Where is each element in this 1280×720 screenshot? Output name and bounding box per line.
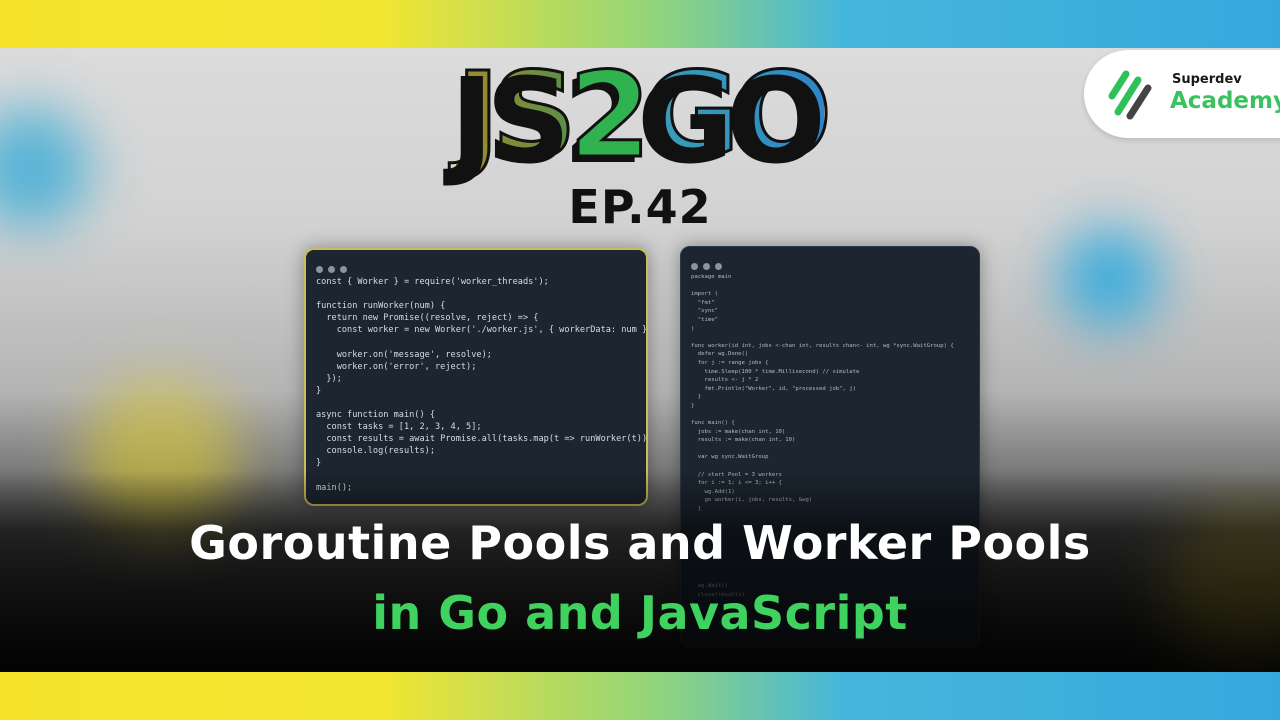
javascript-code-panel: const { Worker } = require('worker_threa…: [304, 248, 648, 506]
js2go-logo: JS2GO: [400, 49, 880, 182]
top-gradient-stripe: [0, 0, 1280, 48]
brand-name-small: Superdev: [1172, 72, 1242, 87]
window-dots: [691, 255, 727, 274]
title-line-2: in Go and JavaScript: [372, 586, 908, 640]
logo-two: 2: [567, 46, 652, 184]
bottom-dark-gradient: [0, 470, 1280, 672]
title-line-1: Goroutine Pools and Worker Pools: [189, 516, 1091, 570]
window-dots: [316, 258, 352, 277]
logo-go: GO: [641, 46, 833, 184]
episode-label: EP.42: [568, 180, 712, 234]
logo-js: JS: [454, 46, 578, 184]
brand-name-big: Academy: [1170, 88, 1280, 114]
javascript-code: const { Worker } = require('worker_threa…: [316, 277, 648, 493]
slash-stripes-icon: [1108, 70, 1152, 120]
blue-blur-blob: [1060, 228, 1160, 328]
brand-badge: Superdev Academy: [1084, 50, 1280, 138]
bottom-gradient-stripe: [0, 672, 1280, 720]
